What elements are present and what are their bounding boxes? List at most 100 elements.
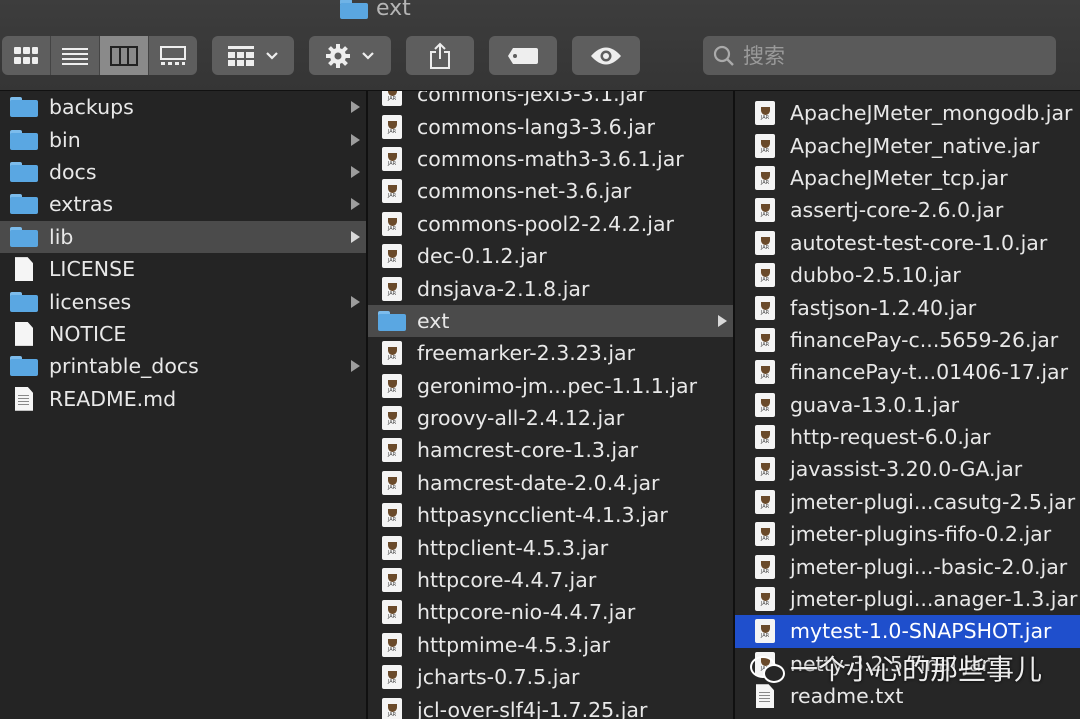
file-row[interactable]: dubbo-2.5.10.jar: [735, 259, 1080, 291]
item-label: httpcore-nio-4.4.7.jar: [417, 600, 636, 625]
file-row[interactable]: jmeter-plugi...-basic-2.0.jar: [735, 550, 1080, 582]
list-view-icon[interactable]: [51, 36, 100, 75]
item-label: freemarker-2.3.23.jar: [417, 341, 636, 366]
file-row[interactable]: ApacheJMeter_mongodb.jar: [735, 97, 1080, 129]
folder-row[interactable]: printable_docs: [0, 350, 366, 382]
file-row[interactable]: jmeter-plugins-fifo-0.2.jar: [735, 518, 1080, 550]
jar-file-icon: [751, 392, 779, 417]
watermark-text: 一个小心的那些事儿: [790, 653, 1043, 686]
item-label: jcharts-0.7.5.jar: [417, 665, 580, 690]
file-row[interactable]: javassist-3.20.0-GA.jar: [735, 453, 1080, 485]
file-row[interactable]: guava-13.0.1.jar: [735, 389, 1080, 421]
folder-icon: [10, 354, 38, 378]
folder-row[interactable]: lib: [0, 220, 366, 253]
file-row[interactable]: httpclient-4.5.3.jar: [368, 531, 733, 563]
search-input[interactable]: [741, 42, 1045, 69]
file-row[interactable]: ApacheJMeter_native.jar: [735, 129, 1080, 161]
gallery-view-icon[interactable]: [149, 36, 197, 75]
item-label: ApacheJMeter_native.jar: [790, 133, 1040, 158]
file-row[interactable]: dec-0.1.2.jar: [368, 240, 733, 272]
search-field[interactable]: [703, 36, 1056, 75]
view-mode-segmented-control: [2, 36, 197, 75]
file-row[interactable]: httpcore-4.4.7.jar: [368, 564, 733, 596]
item-label: dec-0.1.2.jar: [417, 244, 547, 269]
file-row[interactable]: commons-lang3-3.6.jar: [368, 110, 733, 142]
file-row[interactable]: dnsjava-2.1.8.jar: [368, 272, 733, 304]
file-row[interactable]: ApacheJMeter_tcp.jar: [735, 162, 1080, 194]
file-row[interactable]: jmeter-plugi...anager-1.3.jar: [735, 583, 1080, 615]
tag-button[interactable]: [489, 36, 557, 75]
jar-file-icon: [751, 489, 779, 514]
arrange-button[interactable]: [212, 36, 294, 75]
jar-file-icon: [751, 619, 779, 644]
disclosure-arrow-icon: [351, 360, 360, 373]
jar-file-icon: [378, 503, 406, 528]
item-label: financePay-t...01406-17.jar: [790, 360, 1069, 385]
column-view-icon[interactable]: [100, 36, 149, 75]
file-row[interactable]: jcharts-0.7.5.jar: [368, 661, 733, 693]
item-label: financePay-c...5659-26.jar: [790, 327, 1059, 352]
chevron-down-icon: [266, 51, 278, 60]
jar-file-icon: [378, 341, 406, 366]
file-row[interactable]: financePay-t...01406-17.jar: [735, 356, 1080, 388]
item-label: dnsjava-2.1.8.jar: [417, 276, 590, 301]
file-row[interactable]: commons-jexl3-3.1.jar: [368, 91, 733, 110]
file-row[interactable]: freemarker-2.3.23.jar: [368, 337, 733, 369]
file-row[interactable]: mytest-1.0-SNAPSHOT.jar: [735, 615, 1080, 648]
folder-row[interactable]: extras: [0, 188, 366, 220]
item-label: jmeter-plugins-fifo-0.2.jar: [790, 522, 1052, 547]
file-row[interactable]: autotest-test-core-1.0.jar: [735, 227, 1080, 259]
jar-file-icon: [751, 133, 779, 158]
document-icon: [10, 321, 38, 346]
file-row[interactable]: http-request-6.0.jar: [735, 421, 1080, 453]
watermark: 一个小心的那些事儿: [750, 648, 1042, 688]
jar-file-icon: [751, 587, 779, 612]
file-row[interactable]: geronimo-jm...pec-1.1.1.jar: [368, 370, 733, 402]
action-button[interactable]: [309, 36, 391, 75]
folder-row[interactable]: backups: [0, 91, 366, 123]
icon-view-icon[interactable]: [2, 36, 51, 75]
item-label: javassist-3.20.0-GA.jar: [790, 457, 1023, 482]
quick-look-button[interactable]: [572, 36, 640, 75]
folder-row[interactable]: licenses: [0, 285, 366, 317]
file-row[interactable]: LICENSE: [0, 253, 366, 285]
folder-icon: [10, 128, 38, 152]
browser-column-3: ApacheJMeter_mongodb.jar ApacheJMeter_nat…: [735, 91, 1080, 719]
item-label: geronimo-jm...pec-1.1.1.jar: [417, 373, 697, 398]
window-title-label: ext: [376, 0, 411, 21]
file-row[interactable]: commons-math3-3.6.1.jar: [368, 143, 733, 175]
file-row[interactable]: groovy-all-2.4.12.jar: [368, 402, 733, 434]
file-row[interactable]: httpmime-4.5.3.jar: [368, 629, 733, 661]
item-label: commons-jexl3-3.1.jar: [417, 91, 647, 107]
jar-file-icon: [751, 198, 779, 223]
file-row[interactable]: commons-net-3.6.jar: [368, 175, 733, 207]
chevron-down-icon: [362, 51, 374, 60]
share-button[interactable]: [406, 36, 474, 75]
file-row[interactable]: httpasyncclient-4.1.3.jar: [368, 499, 733, 531]
item-label: autotest-test-core-1.0.jar: [790, 230, 1048, 255]
item-label: NOTICE: [49, 321, 127, 346]
folder-row[interactable]: bin: [0, 123, 366, 155]
file-row[interactable]: httpcore-nio-4.4.7.jar: [368, 596, 733, 628]
disclosure-arrow-icon: [351, 101, 360, 114]
file-row[interactable]: hamcrest-core-1.3.jar: [368, 434, 733, 466]
item-label: lib: [49, 224, 74, 249]
item-label: bin: [49, 127, 81, 152]
file-row[interactable]: jmeter-plugi...casutg-2.5.jar: [735, 486, 1080, 518]
file-row[interactable]: jcl-over-slf4j-1.7.25.jar: [368, 693, 733, 719]
file-row[interactable]: hamcrest-date-2.0.4.jar: [368, 467, 733, 499]
folder-row[interactable]: ext: [368, 304, 733, 338]
jar-file-icon: [378, 535, 406, 560]
file-row[interactable]: commons-pool2-2.4.2.jar: [368, 208, 733, 240]
file-row[interactable]: README.md: [0, 383, 366, 415]
file-row[interactable]: assertj-core-2.6.0.jar: [735, 194, 1080, 226]
file-row[interactable]: fastjson-1.2.40.jar: [735, 291, 1080, 323]
wechat-icon: [750, 654, 785, 683]
folder-row[interactable]: docs: [0, 156, 366, 188]
text-file-icon: [10, 386, 38, 411]
item-label: README.md: [49, 386, 177, 411]
item-label: commons-pool2-2.4.2.jar: [417, 211, 674, 236]
file-row[interactable]: financePay-c...5659-26.jar: [735, 324, 1080, 356]
file-row[interactable]: NOTICE: [0, 318, 366, 350]
item-label: backups: [49, 95, 134, 120]
